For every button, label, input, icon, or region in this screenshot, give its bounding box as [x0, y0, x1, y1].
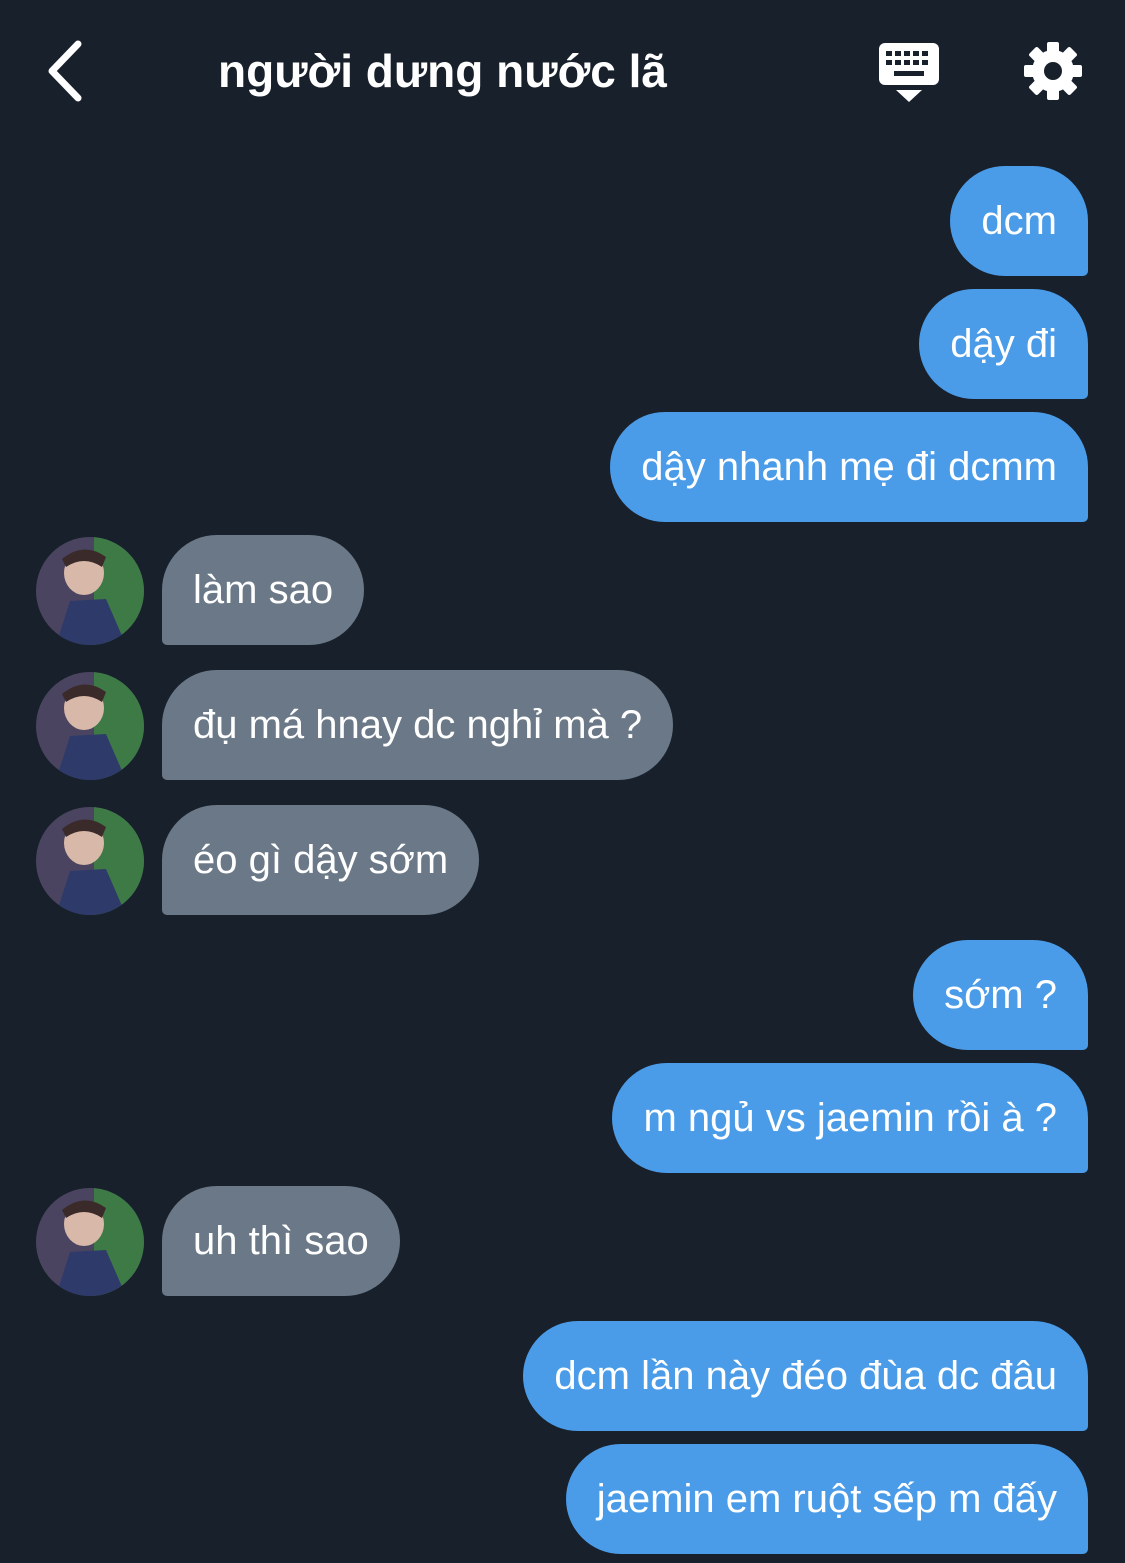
keyboard-toggle-button[interactable]: [876, 40, 942, 106]
contact-avatar[interactable]: [36, 537, 144, 645]
sent-message-bubble[interactable]: dậy nhanh mẹ đi dcmm: [610, 412, 1088, 522]
received-message-bubble[interactable]: làm sao: [162, 535, 365, 645]
received-message-bubble[interactable]: đụ má hnay dc nghỉ mà ?: [162, 670, 674, 780]
settings-button[interactable]: [1022, 40, 1084, 102]
chat-header: người dưng nước lã: [0, 0, 1125, 140]
contact-avatar[interactable]: [36, 807, 144, 915]
sent-message-bubble[interactable]: jaemin em ruột sếp m đấy: [565, 1444, 1088, 1554]
avatar-photo: [36, 1188, 144, 1296]
sent-message-bubble[interactable]: m ngủ vs jaemin rồi à ?: [612, 1063, 1088, 1173]
received-message-bubble[interactable]: uh thì sao: [162, 1186, 400, 1296]
avatar-photo: [36, 537, 144, 645]
sent-message-bubble[interactable]: dcm lần này đéo đùa dc đâu: [523, 1321, 1088, 1431]
sent-message-bubble[interactable]: dcm: [950, 166, 1088, 276]
chevron-left-icon: [48, 40, 82, 102]
gear-icon: [1024, 42, 1082, 100]
avatar-photo: [36, 672, 144, 780]
avatar-photo: [36, 807, 144, 915]
sent-message-bubble[interactable]: sớm ?: [913, 940, 1088, 1050]
back-button[interactable]: [40, 36, 96, 106]
chat-title: người dưng nước lã: [218, 45, 667, 97]
keyboard-hide-icon: [879, 43, 939, 102]
contact-avatar[interactable]: [36, 672, 144, 780]
received-message-bubble[interactable]: éo gì dậy sớm: [162, 805, 480, 915]
sent-message-bubble[interactable]: dậy đi: [919, 289, 1088, 399]
contact-avatar[interactable]: [36, 1188, 144, 1296]
